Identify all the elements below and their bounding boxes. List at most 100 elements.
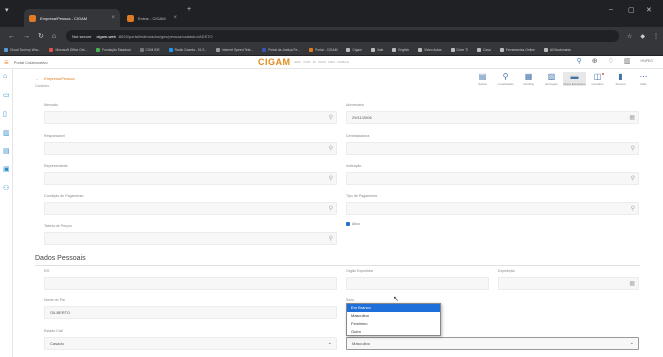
toolbar-stats-button[interactable]: ▬ Mapa Estatístico <box>563 72 586 86</box>
bookmark-folder[interactable]: Casa <box>477 48 491 52</box>
search-icon[interactable]: ⚲ <box>631 205 635 212</box>
search-icon[interactable]: ⚲ <box>329 145 333 152</box>
new-tab-icon[interactable]: + <box>187 6 191 13</box>
bookmark-item[interactable]: Portal - CIGAM <box>309 48 337 52</box>
sidebar-people-icon[interactable]: ⚇ <box>3 184 9 192</box>
sexo-dropdown-list: Em Branco Masculino Feminino Outro <box>346 303 441 336</box>
search-icon[interactable]: ⚲ <box>329 205 333 212</box>
kebab-menu-icon[interactable]: ⋮ <box>653 33 659 40</box>
breadcrumb-label[interactable]: Empresa/Pessoa <box>44 76 74 81</box>
responsavel-label: Responsável <box>44 134 65 138</box>
dropdown-option[interactable]: Outro <box>347 328 440 336</box>
back-icon[interactable]: ← <box>8 33 15 40</box>
deliveries-icon: ▧ <box>547 72 556 81</box>
search-icon[interactable]: ⚲ <box>631 175 635 182</box>
bookmark-item[interactable]: Portal da Justiça Fe... <box>262 48 300 52</box>
dropdown-option[interactable]: Masculino <box>347 312 440 320</box>
toolbar-save-button[interactable]: ▤ Salvar <box>471 72 494 86</box>
sidebar-folder-icon[interactable]: ▭ <box>3 91 10 99</box>
app-header: ≡ Portal Colaborativo CIGAM ERP · CRM · … <box>0 56 663 69</box>
bookmark-folder[interactable]: Drive TI <box>450 48 468 52</box>
search-icon[interactable]: ⚲ <box>329 235 333 242</box>
toolbar-attachments-button[interactable]: ▮ Anexos <box>609 72 632 86</box>
bookmark-item[interactable]: CGM IDE <box>139 48 160 52</box>
close-icon[interactable]: × <box>173 15 177 21</box>
section-title: Dados Pessoais <box>35 255 86 262</box>
browser-tab[interactable]: Entrar - CIGAM × <box>122 9 182 27</box>
reload-icon[interactable]: ↻ <box>38 32 44 40</box>
checkbox-checked-icon[interactable] <box>346 222 350 226</box>
search-icon[interactable]: ⚲ <box>631 145 635 152</box>
notifications-icon[interactable]: ♢ <box>608 57 614 65</box>
search-icon[interactable]: ⚲ <box>329 114 333 121</box>
extensions-icon[interactable]: ◆ <box>640 33 645 40</box>
maximize-icon[interactable]: ▢ <box>628 6 635 14</box>
window-close-icon[interactable]: ✕ <box>646 6 652 14</box>
bookmark-folder[interactable]: Video Aulas <box>418 48 442 52</box>
ativo-checkbox[interactable]: Ativo <box>346 222 360 226</box>
sidebar: ⌂ ▭ ▯ ▥ ▤ ▣ ⚇ <box>0 69 13 357</box>
tabela-precos-field[interactable]: ⚲ <box>44 232 337 245</box>
rg-field[interactable] <box>44 277 337 290</box>
back-arrow-icon[interactable]: ← <box>35 76 39 81</box>
nome-pai-field[interactable]: GILBERTO <box>44 306 337 319</box>
indicacao-field[interactable]: ⚲ <box>346 172 639 185</box>
bookmark-folder[interactable]: Cigam <box>346 48 362 52</box>
search-icon[interactable]: ⚲ <box>329 175 333 182</box>
browser-menu-icon[interactable]: ▾ <box>5 6 9 14</box>
bookmark-item[interactable]: Cloud Tool my Wra... <box>4 48 40 52</box>
apps-grid-icon[interactable]: ▥ <box>624 57 631 65</box>
toolbar-deliveries-button[interactable]: ▧ Entregas <box>540 72 563 86</box>
all-bookmarks[interactable]: All Bookmarks <box>543 48 571 52</box>
not-secure-badge[interactable]: Not secure <box>72 34 91 39</box>
calendar-icon[interactable]: ▦ <box>629 280 635 287</box>
bookmark-item[interactable]: Microsoft Office Onl... <box>49 48 87 52</box>
user-name[interactable]: HNPEG <box>641 59 653 63</box>
sidebar-home-icon[interactable]: ⌂ <box>3 73 7 80</box>
estado-civil-select[interactable]: Casado ⌄ <box>44 337 337 350</box>
sexo-select[interactable]: Masculino ⌄ <box>346 337 639 350</box>
minimize-icon[interactable]: – <box>609 6 613 13</box>
url-input[interactable]: Not secure cigam-web :8520/portal/elabor… <box>66 30 619 42</box>
search-icon[interactable]: ⚲ <box>577 57 582 65</box>
sidebar-bookmark-icon[interactable]: ▯ <box>3 110 7 118</box>
tipo-pagamento-field[interactable]: ⚲ <box>346 202 639 215</box>
representante-field[interactable]: ⚲ <box>44 172 337 185</box>
responsavel-field[interactable]: ⚲ <box>44 142 337 155</box>
chevron-down-icon[interactable]: ⌄ <box>630 340 634 346</box>
toolbar-more-button[interactable]: ⋯ Mais <box>632 72 655 86</box>
calendar-icon[interactable]: ▦ <box>629 114 635 121</box>
forward-icon[interactable]: → <box>23 33 30 40</box>
condicao-pagamento-field[interactable]: ⚲ <box>44 202 337 215</box>
expedicao-field[interactable]: ▦ <box>498 277 639 290</box>
dropdown-option[interactable]: Feminino <box>347 320 440 328</box>
mercado-field[interactable]: ⚲ <box>44 111 337 124</box>
chevron-down-icon[interactable]: ⌄ <box>328 340 332 346</box>
close-icon[interactable]: × <box>111 15 115 21</box>
bookmark-item[interactable]: Radio Gazeta - 91.9... <box>168 48 207 52</box>
star-icon[interactable]: ☆ <box>627 33 632 40</box>
toolbar-contacts-button[interactable]: ◫ Contatos <box>586 72 609 86</box>
sidebar-monitor-icon[interactable]: ▣ <box>3 165 10 173</box>
aniversario-field[interactable]: 29/11/2006 ▦ <box>346 111 639 124</box>
help-icon[interactable]: ⊕ <box>592 57 598 65</box>
sidebar-calendar-icon[interactable]: ▤ <box>3 147 10 155</box>
bookmark-item[interactable]: Internet Speed Test... <box>215 48 253 52</box>
toolbar-location-button[interactable]: ⚲ Localização <box>494 72 517 86</box>
orgao-expedidor-field[interactable] <box>346 277 489 290</box>
bookmark-item[interactable]: Fundação Estadual <box>96 48 131 52</box>
centralizadora-field[interactable]: ⚲ <box>346 142 639 155</box>
sidebar-building-icon[interactable]: ▥ <box>3 129 10 137</box>
toolbar-vending-button[interactable]: ▦ Vending <box>517 72 540 86</box>
bookmarks-bar: Cloud Tool my Wra... Microsoft Office On… <box>0 45 663 56</box>
home-icon[interactable]: ⌂ <box>52 33 56 40</box>
bookmark-folder[interactable]: English <box>392 48 409 52</box>
nome-pai-label: Nome do Pai <box>44 298 65 302</box>
browser-tab-bar: ▾ Empresa/Pessoa - CIGAM × Entrar - CIGA… <box>0 0 663 27</box>
bookmark-folder[interactable]: Vale <box>370 48 383 52</box>
tab-title: Empresa/Pessoa - CIGAM <box>40 15 88 21</box>
browser-tab-active[interactable]: Empresa/Pessoa - CIGAM × <box>24 9 120 27</box>
bookmark-folder[interactable]: Ferramentas Online <box>499 48 535 52</box>
dropdown-option[interactable]: Em Branco <box>347 304 440 312</box>
hamburger-menu-icon[interactable]: ≡ <box>4 58 9 67</box>
